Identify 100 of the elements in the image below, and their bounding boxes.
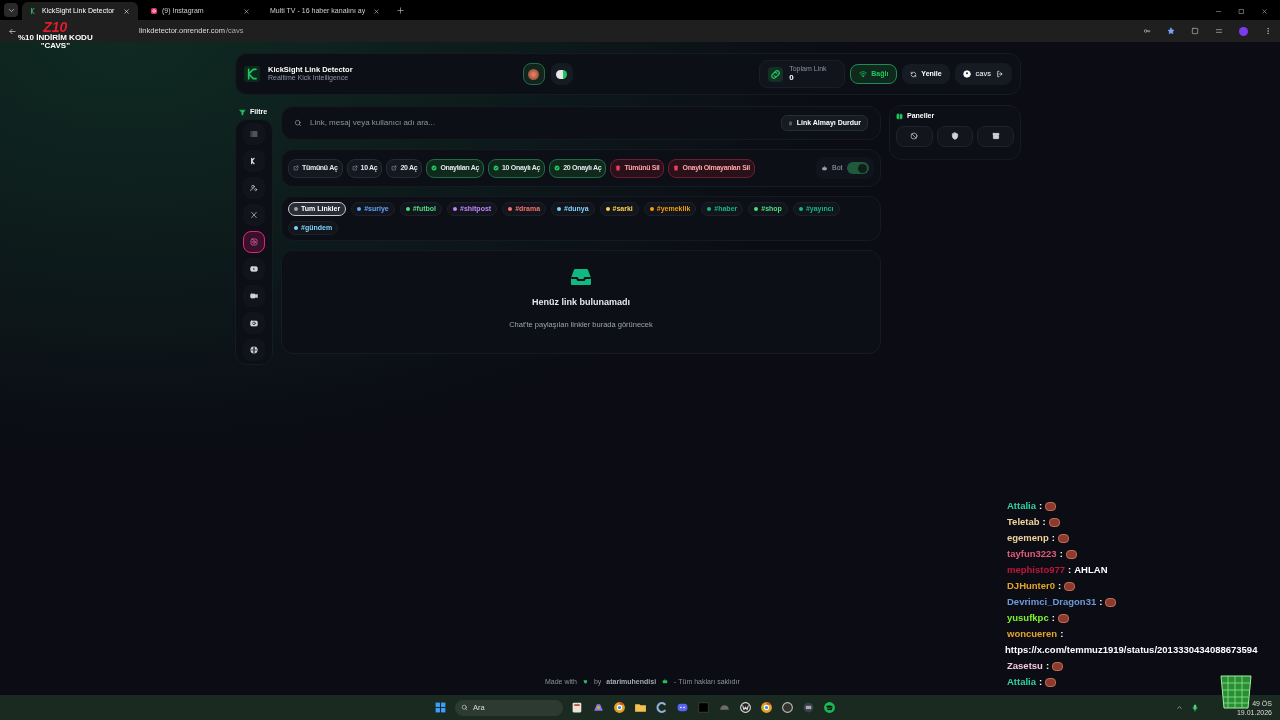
star-icon[interactable] bbox=[1167, 27, 1175, 35]
record-icon[interactable] bbox=[781, 701, 794, 714]
window-icon[interactable] bbox=[802, 701, 815, 714]
plus-icon[interactable] bbox=[396, 6, 406, 15]
browser-icon[interactable] bbox=[613, 701, 626, 714]
chat-separator: : bbox=[1059, 548, 1063, 560]
emote-icon bbox=[1045, 501, 1057, 511]
emote-icon bbox=[1057, 613, 1069, 623]
microphone-icon[interactable] bbox=[1190, 703, 1199, 712]
list-icon bbox=[250, 130, 258, 138]
sidebar-item[interactable] bbox=[243, 258, 265, 280]
camera-icon bbox=[250, 319, 258, 327]
cup-icon bbox=[581, 678, 589, 686]
refresh-icon bbox=[910, 70, 918, 78]
empty-title: Henüz link bulunamadı bbox=[532, 296, 630, 309]
search-icon bbox=[294, 119, 302, 127]
note-icon[interactable] bbox=[571, 701, 584, 714]
c-icon[interactable] bbox=[655, 701, 668, 714]
windows-icon[interactable] bbox=[434, 701, 447, 714]
chat-username: mephisto977 bbox=[1007, 564, 1066, 576]
emote-icon bbox=[1065, 549, 1077, 559]
check-circle-icon bbox=[554, 165, 561, 171]
chat-username: egemenp bbox=[1007, 532, 1049, 544]
search-icon bbox=[461, 704, 468, 711]
logout-icon[interactable] bbox=[996, 70, 1004, 78]
extensions-icon[interactable] bbox=[1191, 27, 1199, 35]
close-icon[interactable] bbox=[1261, 8, 1268, 15]
key-icon[interactable] bbox=[1143, 27, 1151, 35]
back-icon[interactable] bbox=[8, 26, 17, 36]
chevron-up-icon[interactable] bbox=[1175, 704, 1183, 711]
more-icon[interactable] bbox=[1264, 27, 1272, 35]
music-icon[interactable] bbox=[823, 701, 836, 714]
chat-separator: : bbox=[1039, 676, 1043, 688]
external-link-icon bbox=[391, 165, 398, 171]
chat-username: Teletab bbox=[1007, 516, 1040, 528]
chat-separator: : bbox=[1058, 580, 1062, 592]
instagram-icon bbox=[250, 238, 258, 246]
external-link-icon bbox=[351, 165, 358, 171]
chat-message: AHLAN bbox=[1074, 564, 1108, 576]
emote-icon bbox=[1105, 597, 1117, 607]
trash-icon bbox=[673, 165, 680, 171]
chat-separator: : bbox=[1060, 628, 1064, 640]
copilot-icon[interactable] bbox=[592, 701, 605, 714]
emote-icon bbox=[1045, 677, 1057, 687]
globe-icon bbox=[250, 346, 258, 354]
tab-list-button[interactable] bbox=[4, 3, 18, 17]
chat-username: Attalia bbox=[1007, 500, 1037, 512]
panel-button[interactable] bbox=[977, 125, 1014, 147]
folder-icon[interactable] bbox=[634, 701, 647, 714]
maximize-icon[interactable] bbox=[1238, 8, 1245, 15]
archive-icon bbox=[991, 132, 1000, 140]
check-circle-icon bbox=[431, 165, 438, 171]
logo-icon bbox=[244, 66, 260, 82]
user-gear-icon bbox=[250, 184, 258, 192]
mesh-drawing bbox=[1218, 672, 1254, 710]
wifi-icon bbox=[859, 70, 868, 78]
play-icon bbox=[250, 265, 258, 273]
k-icon bbox=[30, 7, 38, 15]
emote-icon bbox=[1048, 517, 1060, 527]
avatar-button[interactable] bbox=[550, 63, 573, 85]
chat-bubble-icon[interactable] bbox=[676, 701, 689, 714]
sidebar-item[interactable] bbox=[243, 285, 265, 307]
minimize-icon[interactable] bbox=[1215, 8, 1222, 15]
check-circle-icon bbox=[493, 165, 500, 171]
chat-username: DJHunter0 bbox=[1007, 580, 1056, 592]
w-icon[interactable] bbox=[739, 701, 752, 714]
chat-separator: : bbox=[1039, 500, 1043, 512]
browser-icon[interactable] bbox=[760, 701, 773, 714]
chat-separator: : bbox=[1051, 612, 1055, 624]
search-field[interactable]: Link, mesaj veya kullanıcı adı ara... bbox=[310, 117, 781, 129]
close-icon[interactable] bbox=[243, 7, 250, 15]
filter-icon bbox=[239, 108, 246, 116]
sidebar-item[interactable] bbox=[243, 339, 265, 361]
chat-separator: : bbox=[1045, 660, 1050, 672]
emote-icon bbox=[1064, 581, 1076, 591]
pause-icon bbox=[787, 120, 793, 126]
avatar[interactable] bbox=[1239, 26, 1248, 36]
chat-username: tayfun3223 bbox=[1007, 548, 1057, 560]
trash-icon bbox=[615, 165, 622, 171]
external-link-icon bbox=[293, 165, 299, 171]
emote-icon bbox=[1057, 533, 1069, 543]
ban-icon bbox=[910, 132, 919, 140]
video-camera-icon bbox=[250, 292, 258, 300]
emote-icon bbox=[1052, 661, 1064, 671]
overlay-text: "CAVS" bbox=[40, 42, 70, 50]
overlay-logo: Z10 bbox=[43, 20, 68, 34]
panel-icon bbox=[896, 112, 903, 120]
sidebar-item[interactable] bbox=[243, 150, 265, 172]
instagram-icon bbox=[150, 7, 158, 15]
sidebar-item[interactable] bbox=[243, 312, 265, 334]
close-icon[interactable] bbox=[373, 7, 381, 15]
chat-username: Zasetsu bbox=[1007, 660, 1043, 672]
chat-username: Devrimci_Dragon31 bbox=[1007, 596, 1097, 608]
chat-separator: : bbox=[1068, 564, 1072, 576]
panel-button[interactable] bbox=[936, 125, 974, 147]
chat-separator: : bbox=[1051, 532, 1055, 544]
bot-toggle[interactable] bbox=[847, 162, 869, 174]
menu-icon[interactable] bbox=[1215, 27, 1223, 35]
chat-separator: : bbox=[1099, 596, 1103, 608]
avatar-button[interactable] bbox=[522, 63, 545, 85]
